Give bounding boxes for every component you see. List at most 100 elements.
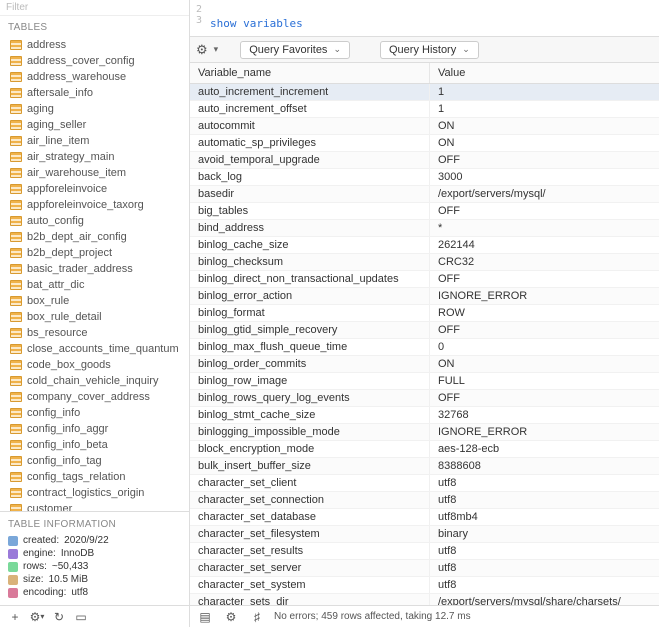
table-item[interactable]: appforeleinvoice_taxorg — [0, 197, 189, 213]
result-body: auto_increment_increment1auto_increment_… — [190, 84, 659, 605]
result-row[interactable]: automatic_sp_privilegesON — [190, 135, 659, 152]
result-row[interactable]: character_sets_dir/export/servers/mysql/… — [190, 594, 659, 605]
table-item[interactable]: company_cover_address — [0, 389, 189, 405]
result-row[interactable]: big_tablesOFF — [190, 203, 659, 220]
table-icon — [10, 488, 22, 498]
editor-line[interactable]: show variables — [210, 17, 303, 30]
console-icon[interactable]: ▭ — [72, 609, 90, 625]
cell-variable-name: auto_increment_increment — [190, 84, 430, 100]
table-item[interactable]: customer — [0, 501, 189, 511]
table-item[interactable]: aging — [0, 101, 189, 117]
result-row[interactable]: binlog_rows_query_log_eventsOFF — [190, 390, 659, 407]
table-item[interactable]: address — [0, 37, 189, 53]
table-item[interactable]: cold_chain_vehicle_inquiry — [0, 373, 189, 389]
table-item[interactable]: config_info_tag — [0, 453, 189, 469]
table-item[interactable]: air_line_item — [0, 133, 189, 149]
column-header-name[interactable]: Variable_name — [190, 63, 430, 83]
table-item[interactable]: address_warehouse — [0, 69, 189, 85]
table-item[interactable]: close_accounts_time_quantum — [0, 341, 189, 357]
info-label: created: — [23, 535, 59, 546]
table-icon — [10, 312, 22, 322]
chevron-down-icon[interactable]: ▾ — [214, 44, 219, 55]
table-item[interactable]: b2b_dept_air_config — [0, 229, 189, 245]
result-row[interactable]: binlog_cache_size262144 — [190, 237, 659, 254]
result-row[interactable]: character_set_resultsutf8 — [190, 543, 659, 560]
result-row[interactable]: character_set_serverutf8 — [190, 560, 659, 577]
result-row[interactable]: auto_increment_offset1 — [190, 101, 659, 118]
result-row[interactable]: binlog_order_commitsON — [190, 356, 659, 373]
result-row[interactable]: avoid_temporal_upgradeOFF — [190, 152, 659, 169]
result-row[interactable]: binlog_formatROW — [190, 305, 659, 322]
table-item[interactable]: bs_resource — [0, 325, 189, 341]
editor-gutter: 2 3 — [196, 4, 210, 30]
table-item[interactable]: air_strategy_main — [0, 149, 189, 165]
result-row[interactable]: binlog_stmt_cache_size32768 — [190, 407, 659, 424]
info-label: rows: — [23, 561, 47, 572]
table-item[interactable]: aging_seller — [0, 117, 189, 133]
query-editor[interactable]: 2 3 show variables — [190, 0, 659, 37]
table-item[interactable]: aftersale_info — [0, 85, 189, 101]
table-item[interactable]: auto_config — [0, 213, 189, 229]
table-icon — [10, 376, 22, 386]
result-row[interactable]: auto_increment_increment1 — [190, 84, 659, 101]
gear-icon[interactable]: ⚙ — [222, 609, 240, 625]
result-row[interactable]: binlog_gtid_simple_recoveryOFF — [190, 322, 659, 339]
table-icon — [10, 456, 22, 466]
result-row[interactable]: binlog_error_actionIGNORE_ERROR — [190, 288, 659, 305]
result-row[interactable]: bind_address* — [190, 220, 659, 237]
result-row[interactable]: back_log3000 — [190, 169, 659, 186]
cell-variable-name: binlog_row_image — [190, 373, 430, 389]
result-row[interactable]: binlogging_impossible_modeIGNORE_ERROR — [190, 424, 659, 441]
table-item[interactable]: bat_attr_dic — [0, 277, 189, 293]
column-header-value[interactable]: Value — [430, 63, 659, 83]
table-item[interactable]: box_rule_detail — [0, 309, 189, 325]
gear-icon[interactable]: ⚙▾ — [28, 609, 46, 625]
table-item[interactable]: contract_logistics_origin — [0, 485, 189, 501]
result-row[interactable]: character_set_systemutf8 — [190, 577, 659, 594]
table-information: TABLE INFORMATION created: 2020/9/22 eng… — [0, 511, 189, 605]
add-button[interactable]: + — [6, 609, 24, 625]
result-row[interactable]: character_set_databaseutf8mb4 — [190, 509, 659, 526]
table-item[interactable]: config_info — [0, 405, 189, 421]
dropdown-label: Query Favorites — [249, 44, 327, 56]
table-item[interactable]: config_info_beta — [0, 437, 189, 453]
table-label: code_box_goods — [27, 359, 111, 371]
result-row[interactable]: binlog_direct_non_transactional_updatesO… — [190, 271, 659, 288]
result-row[interactable]: block_encryption_modeaes-128-ecb — [190, 441, 659, 458]
table-item[interactable]: address_cover_config — [0, 53, 189, 69]
table-icon — [10, 392, 22, 402]
result-row[interactable]: binlog_max_flush_queue_time0 — [190, 339, 659, 356]
info-label: encoding: — [23, 587, 66, 598]
cell-value: utf8mb4 — [430, 509, 659, 525]
result-row[interactable]: character_set_clientutf8 — [190, 475, 659, 492]
result-row[interactable]: binlog_checksumCRC32 — [190, 254, 659, 271]
table-item[interactable]: box_rule — [0, 293, 189, 309]
cell-variable-name: block_encryption_mode — [190, 441, 430, 457]
result-row[interactable]: character_set_filesystembinary — [190, 526, 659, 543]
table-item[interactable]: basic_trader_address — [0, 261, 189, 277]
result-row[interactable]: binlog_row_imageFULL — [190, 373, 659, 390]
query-history-dropdown[interactable]: Query History ⌄ — [380, 41, 479, 59]
result-row[interactable]: bulk_insert_buffer_size8388608 — [190, 458, 659, 475]
table-item[interactable]: config_info_aggr — [0, 421, 189, 437]
query-favorites-dropdown[interactable]: Query Favorites ⌄ — [240, 41, 350, 59]
table-label: aftersale_info — [27, 87, 93, 99]
result-row[interactable]: autocommitON — [190, 118, 659, 135]
cell-variable-name: character_set_filesystem — [190, 526, 430, 542]
table-item[interactable]: appforeleinvoice — [0, 181, 189, 197]
table-item[interactable]: config_tags_relation — [0, 469, 189, 485]
result-row[interactable]: basedir/export/servers/mysql/ — [190, 186, 659, 203]
structure-icon[interactable]: ♯ — [248, 609, 266, 625]
table-item[interactable]: b2b_dept_project — [0, 245, 189, 261]
result-row[interactable]: character_set_connectionutf8 — [190, 492, 659, 509]
panel-icon[interactable]: ▤ — [196, 609, 214, 625]
gear-icon[interactable]: ⚙ — [196, 42, 208, 58]
filter-input[interactable]: Filter — [0, 0, 189, 16]
refresh-button[interactable]: ↻ — [50, 609, 68, 625]
cell-value: 32768 — [430, 407, 659, 423]
chevron-down-icon: ⌄ — [462, 44, 470, 55]
info-created: created: 2020/9/22 — [6, 534, 183, 547]
table-item[interactable]: code_box_goods — [0, 357, 189, 373]
sidebar: Filter TABLES addressaddress_cover_confi… — [0, 0, 190, 605]
table-item[interactable]: air_warehouse_item — [0, 165, 189, 181]
